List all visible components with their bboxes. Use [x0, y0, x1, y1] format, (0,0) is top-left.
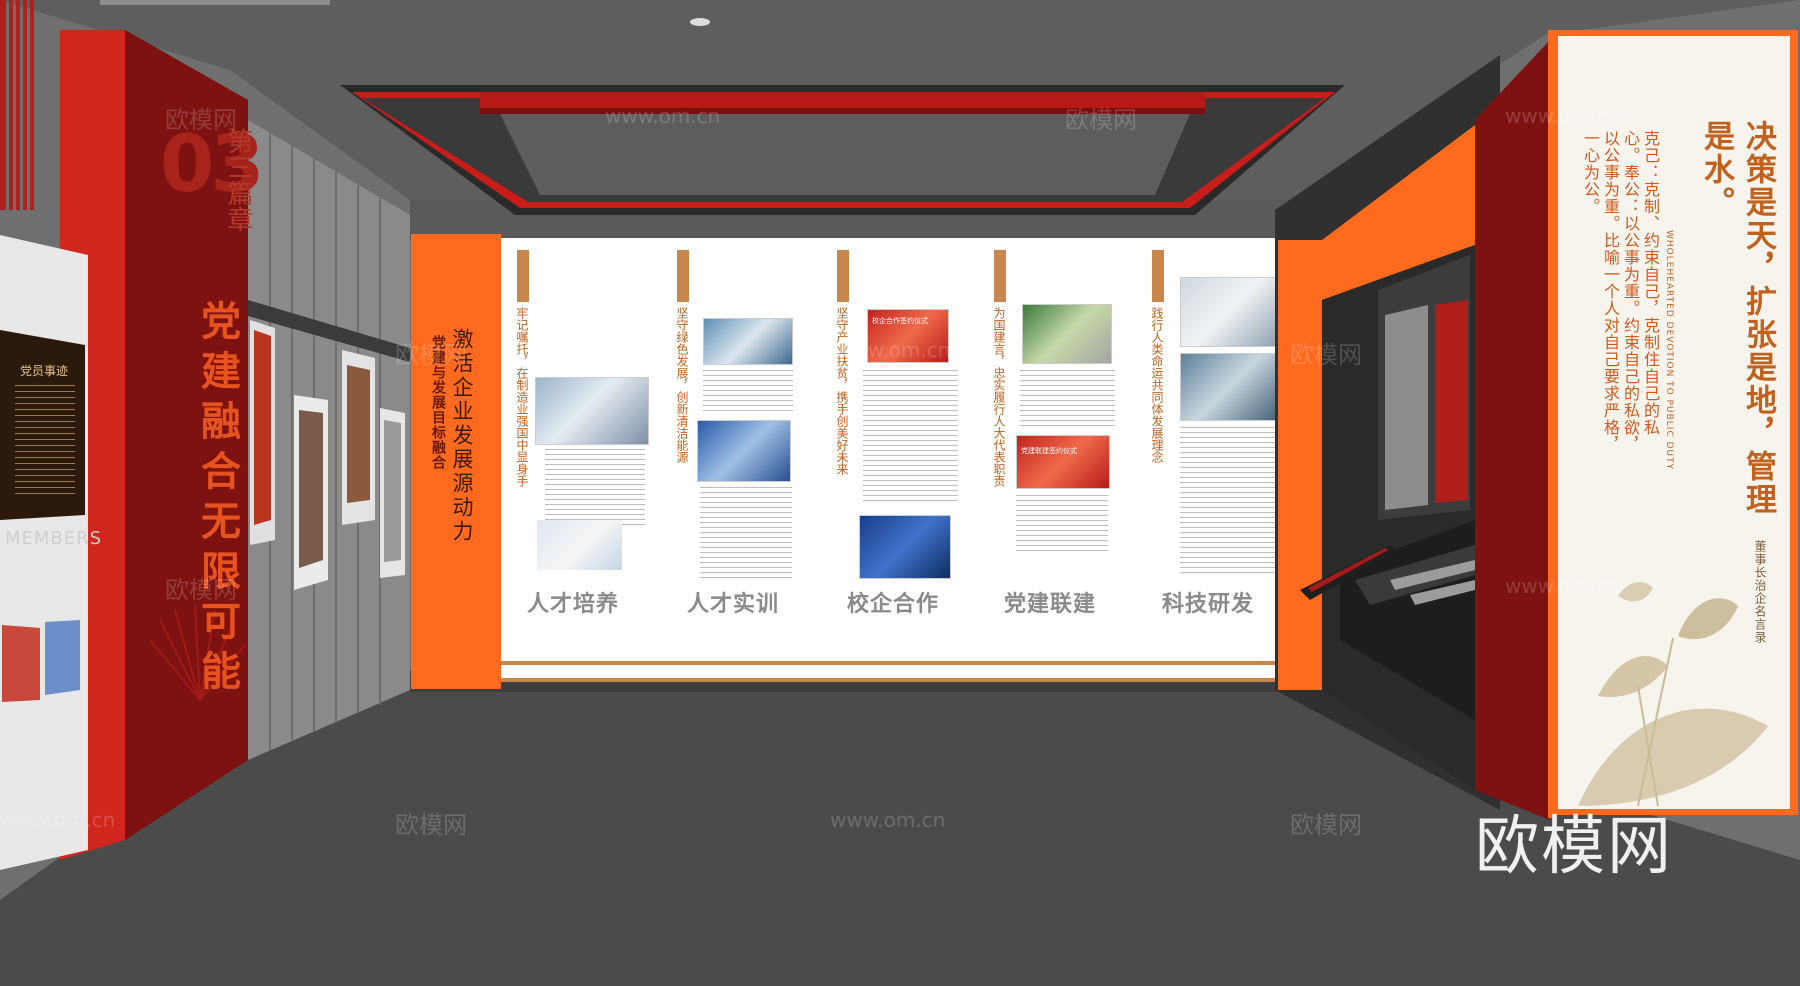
column-accent	[1152, 250, 1164, 302]
column-paragraph	[1016, 495, 1108, 555]
watermark: 欧模网	[165, 106, 237, 134]
chapter-title: 党建融合无限可能	[194, 300, 240, 700]
watermark: www.om.cn	[1505, 574, 1621, 598]
column-vertical-text: 牢记嘱托，在制造业强国中显身手	[515, 307, 529, 487]
panel-bottom-stripe	[501, 661, 1275, 665]
column-accent	[994, 250, 1006, 302]
exhibition-hall-scene: 03 第三篇章 党建融合无限可能 党员事迹 MEMBERS 激活企业发展源动力 …	[0, 0, 1800, 986]
column-vertical-text: 践行人类命运共同体发展理念	[1150, 307, 1164, 463]
watermark: 欧模网	[1290, 811, 1362, 839]
watermark: www.om.cn	[835, 338, 951, 362]
watermark: 欧模网	[165, 576, 237, 604]
group-photo	[1022, 304, 1112, 364]
watermark: www.om.cn	[1505, 104, 1621, 128]
column-vertical-text: 坚守产业扶贫，携手创美好未来	[835, 307, 849, 475]
column-photo	[697, 420, 791, 482]
handshake-graphic	[537, 520, 622, 570]
chapter-label: 第三篇章	[223, 128, 253, 232]
conference-photo	[859, 515, 951, 579]
watermark: 欧模网	[1290, 341, 1362, 369]
column-paragraph	[700, 487, 792, 582]
members-label: MEMBERS	[5, 528, 103, 549]
lab-photo	[1180, 353, 1277, 421]
ceremony-photo: 党建联建签约仪式	[1016, 435, 1110, 489]
column-paragraph	[863, 370, 958, 505]
column-3: 坚守产业扶贫，携手创美好未来 校企合作签约仪式 校企合作	[835, 245, 985, 630]
quote-attribution: 董事长治企名言录	[1753, 540, 1767, 644]
watermark: 欧模网	[395, 811, 467, 839]
photo-caption: 校企合作签约仪式	[872, 317, 928, 325]
quote-english: WHOLEHEARTED DEVOTION TO PUBLIC DUTY	[1664, 230, 1674, 471]
column-paragraph	[545, 449, 645, 529]
watermark: 欧模网	[1065, 576, 1137, 604]
member-board-heading: 党员事迹	[20, 364, 69, 378]
column-vertical-text: 为国建言，忠实履行人大代表职责	[992, 307, 1006, 487]
watermark: www.om.cn	[830, 808, 946, 832]
watermark: www.om.cn	[605, 104, 721, 128]
column-vertical-text: 坚守绿色发展，创新清洁能源	[675, 307, 689, 463]
column-accent	[517, 250, 529, 302]
column-photo	[535, 377, 649, 445]
column-paragraph	[1180, 427, 1275, 577]
column-photo	[703, 318, 793, 365]
column-accent	[677, 250, 689, 302]
watermark: 欧模网	[1065, 106, 1137, 134]
watermark: www.om.cn	[0, 808, 116, 832]
column-title: 校企合作	[847, 592, 940, 617]
column-2: 坚守绿色发展，创新清洁能源 人才实训	[675, 245, 825, 630]
quote-main: 决策是天，扩张是地，管理是水。	[1698, 120, 1776, 516]
column-accent	[837, 250, 849, 302]
lab-photo	[1180, 277, 1277, 347]
member-board-text	[15, 385, 75, 495]
watermark: www.om.cn	[605, 574, 721, 598]
watermark: 欧模网	[395, 341, 467, 369]
photo-caption: 党建联建签约仪式	[1021, 447, 1077, 455]
column-paragraph	[1020, 370, 1115, 430]
brand-watermark: 欧模网	[1475, 810, 1673, 884]
quote-explanation: 克己：克制、约束自己，克制住自己的私心。奉公：以公事为重。约束自己的私欲，以公事…	[1581, 130, 1660, 453]
column-paragraph	[703, 370, 793, 415]
column-1: 牢记嘱托，在制造业强国中显身手 人才培养	[515, 245, 665, 630]
